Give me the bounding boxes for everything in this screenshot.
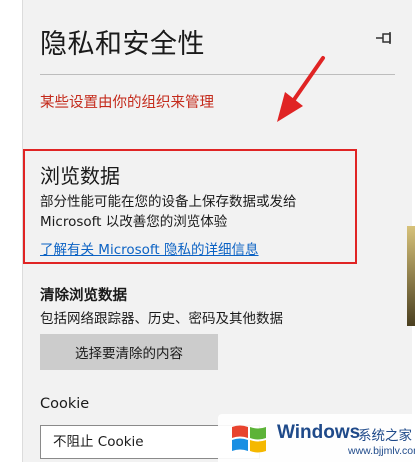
windows-logo-icon xyxy=(232,425,266,453)
page-title: 隐私和安全性 xyxy=(40,29,205,60)
cookie-label: Cookie xyxy=(40,396,90,412)
privacy-settings-panel: 隐私和安全性 某些设置由你的组织来管理 浏览数据 部分性能可能在您的设备上保存数… xyxy=(22,0,412,462)
watermark-site-name: 系统之家 xyxy=(358,428,412,444)
background-window-edge xyxy=(407,226,415,326)
clear-browsing-data-description: 包括网络跟踪器、历史、密码及其他数据 xyxy=(40,311,283,327)
browsing-data-description: 部分性能可能在您的设备上保存数据或发给 Microsoft 以改善您的浏览体验 xyxy=(40,194,297,230)
watermark-brand: Windows xyxy=(277,422,361,443)
screenshot-page: 隐私和安全性 某些设置由你的组织来管理 浏览数据 部分性能可能在您的设备上保存数… xyxy=(0,0,415,462)
clear-browsing-data-title: 清除浏览数据 xyxy=(40,288,127,304)
site-watermark: Windows 系统之家 www.bjjmlv.com xyxy=(218,414,415,462)
choose-what-to-clear-button[interactable]: 选择要清除的内容 xyxy=(40,334,218,370)
browsing-data-title: 浏览数据 xyxy=(40,164,120,188)
privacy-info-link[interactable]: 了解有关 Microsoft 隐私的详细信息 xyxy=(40,238,259,258)
managed-by-org-notice: 某些设置由你的组织来管理 xyxy=(40,95,214,111)
pin-icon[interactable] xyxy=(375,30,395,46)
watermark-url: www.bjjmlv.com xyxy=(348,445,415,457)
red-arrow-annotation xyxy=(277,56,325,122)
